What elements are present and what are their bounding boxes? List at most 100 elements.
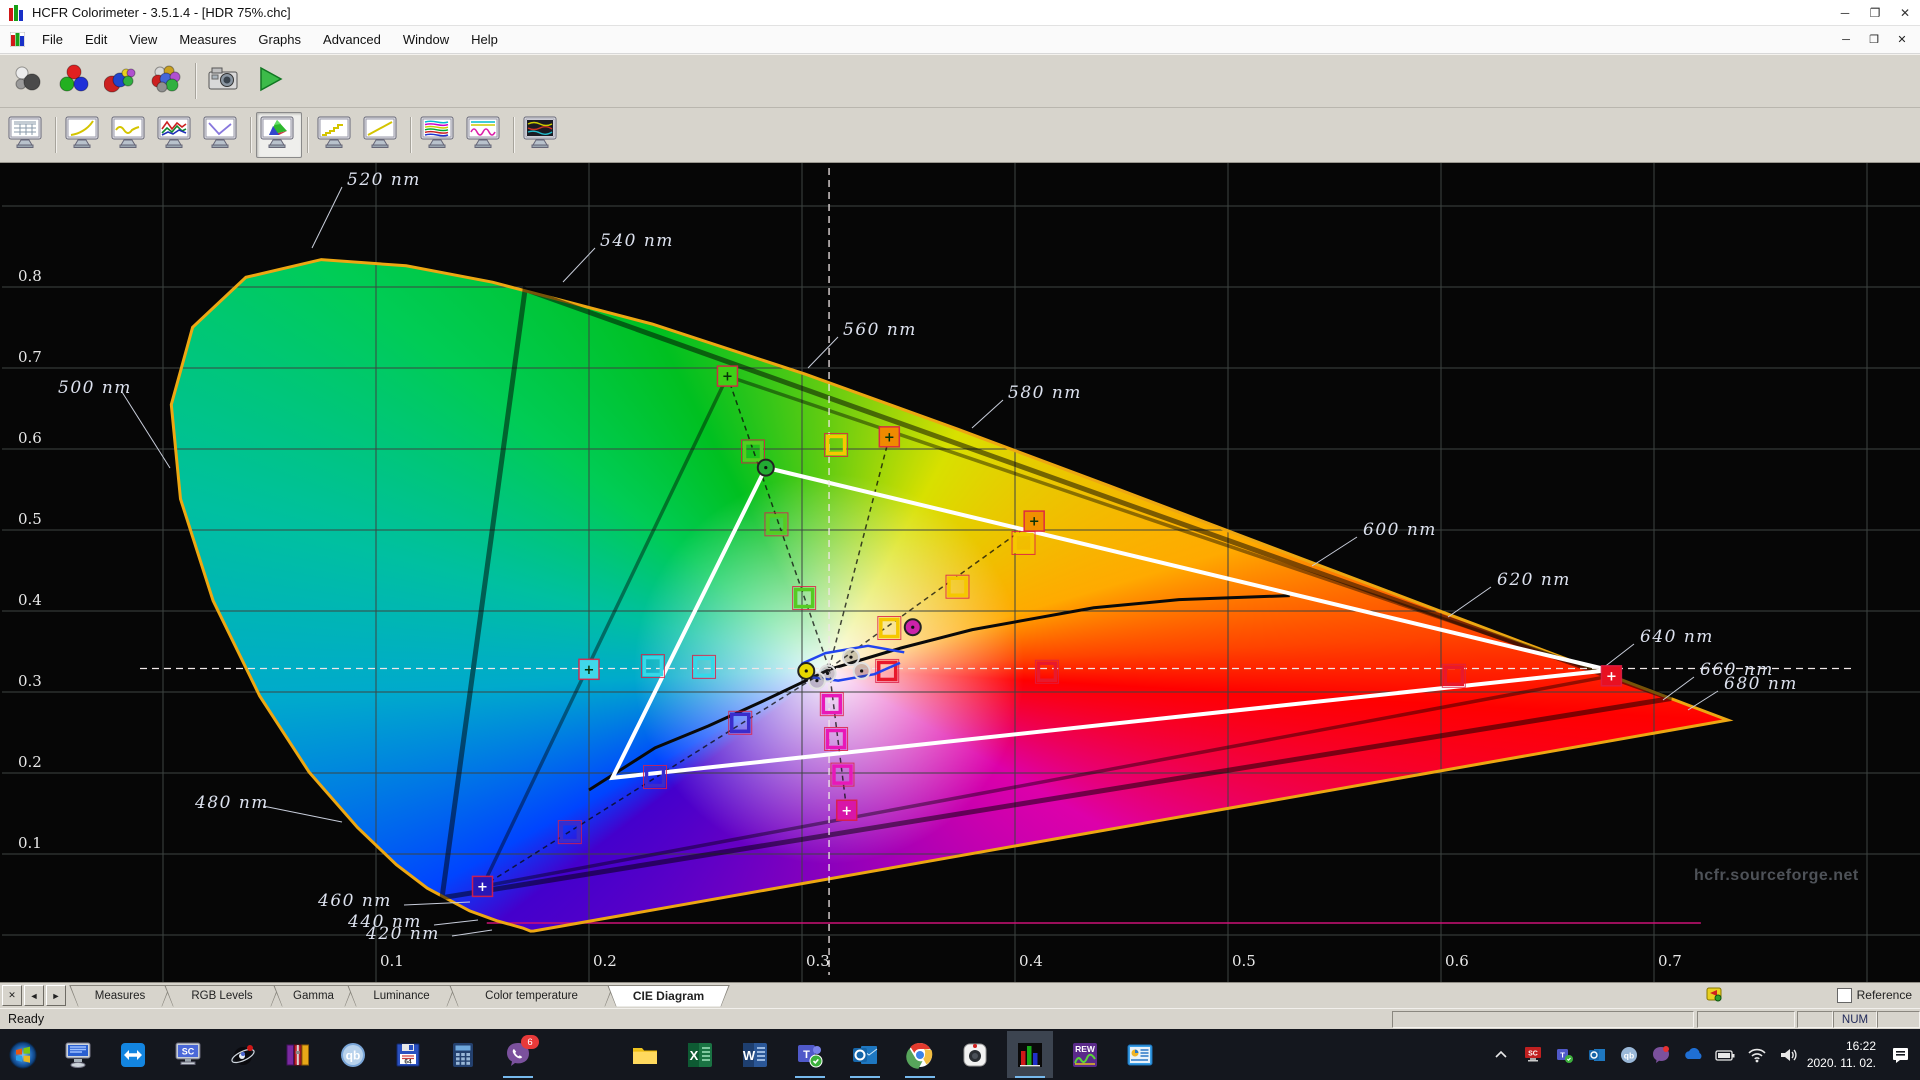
menu-edit[interactable]: Edit [74,26,118,54]
tab-gamma[interactable]: Gamma [273,985,354,1007]
graph-dark-button[interactable] [519,112,565,158]
status-panel [1877,1011,1920,1028]
taskbar-hcfr-icon[interactable] [1007,1031,1053,1078]
measure-square [828,436,845,453]
y-axis-tick-label: 0.3 [18,672,42,690]
tab-luminance[interactable]: Luminance [347,985,456,1007]
taskbar-floppy64-icon[interactable]: 64 [385,1031,431,1078]
graph-gamma-icon [65,116,103,155]
taskbar-bluedoc-icon[interactable] [1117,1031,1163,1078]
minimize-button[interactable]: ─ [1830,0,1860,26]
window-title: HCFR Colorimeter - 3.5.1.4 - [HDR 75%.ch… [32,5,291,20]
gray-balls-button[interactable] [6,58,52,104]
tab-cie-diagram[interactable]: CIE Diagram [607,985,730,1007]
tab-next-button[interactable]: ► [46,985,66,1006]
taskbar-word-icon[interactable]: W [732,1031,778,1078]
wavelength-leader-line [263,806,342,822]
graph-stripes-button[interactable] [416,112,462,158]
target-plus-glyph: + [722,370,733,385]
taskbar-atom-icon[interactable] [220,1031,266,1078]
tray-outlook-tray-icon[interactable] [1585,1043,1609,1067]
play-button[interactable] [247,58,293,104]
color-balls2-icon [150,64,184,99]
graph-wave-button[interactable] [107,112,153,158]
taskbar-colorimeter-icon[interactable] [952,1031,998,1078]
tray-viber-tray-icon[interactable] [1649,1043,1673,1067]
taskbar-outlook-icon[interactable] [842,1031,888,1078]
taskbar-teamviewer-icon[interactable] [110,1031,156,1078]
color-balls-icon [104,64,138,99]
close-button[interactable]: ✕ [1890,0,1920,26]
taskbar-remote-desktop-icon[interactable] [55,1031,101,1078]
y-axis-tick-label: 0.8 [18,267,42,285]
graph-gamma-button[interactable] [61,112,107,158]
tray-speaker-icon[interactable] [1777,1043,1801,1067]
tab-color-temperature[interactable]: Color temperature [449,985,614,1007]
measure-circle-dot [815,679,818,682]
tray-qbittorrent-tray-icon[interactable]: qb [1617,1043,1641,1067]
tray-onedrive-icon[interactable] [1681,1043,1705,1067]
mdi-close-button[interactable]: ✕ [1890,30,1914,50]
taskbar-explorer-icon[interactable] [622,1031,668,1078]
measure-square [823,696,840,713]
mdi-minimize-button[interactable]: ─ [1834,30,1858,50]
x-axis-tick-label: 0.7 [1658,952,1682,970]
taskbar-qbittorrent-icon[interactable]: qb [330,1031,376,1078]
camera-button[interactable] [201,58,247,104]
mdi-restore-button[interactable]: ❐ [1862,30,1886,50]
graph-magenta-button[interactable] [462,112,508,158]
menu-file[interactable]: File [31,26,74,54]
graph-stripes-icon [420,116,458,155]
tray-teams-tray-icon[interactable]: T [1553,1043,1577,1067]
graph-cie-button[interactable] [256,112,302,158]
menu-window[interactable]: Window [392,26,460,54]
taskbar-excel-icon[interactable]: X [677,1031,723,1078]
menu-view[interactable]: View [118,26,168,54]
cie-diagram-view: 520 nm540 nm560 nm580 nm600 nm620 nm640 … [0,163,1920,982]
measure-square [828,730,845,747]
tray-battery-icon[interactable] [1713,1043,1737,1067]
color-settings-icon[interactable] [1705,985,1725,1005]
system-tray: SC Tqb [1489,1043,1801,1067]
taskbar-clock[interactable]: 16:222020. 11. 02. [1807,1038,1876,1070]
color-balls2-button[interactable] [144,58,190,104]
taskbar-viber-icon[interactable]: 6 [495,1031,541,1078]
taskbar: SCqb646XWTREW SCTqb 16:222020. 11. 02. [0,1029,1920,1080]
graph-colortemp-button[interactable] [199,112,245,158]
taskbar-rew-icon[interactable]: REW [1062,1031,1108,1078]
wavelength-label: 560 nm [843,320,917,340]
saturation-sweep-line [727,376,829,668]
tab-rgb-levels[interactable]: RGB Levels [164,985,280,1007]
tray-sc-tray-icon[interactable]: SC [1521,1043,1545,1067]
taskbar-chrome-icon[interactable] [897,1031,943,1078]
svg-text:qb: qb [346,1048,361,1062]
tray-wifi-icon[interactable] [1745,1043,1769,1067]
x-axis-tick-label: 0.1 [380,952,404,970]
maximize-button[interactable]: ❐ [1860,0,1890,26]
menu-measures[interactable]: Measures [168,26,247,54]
graph-rgb-button[interactable] [153,112,199,158]
color-balls-button[interactable] [98,58,144,104]
taskbar-sc-monitor-icon[interactable]: SC [165,1031,211,1078]
menu-help[interactable]: Help [460,26,509,54]
action-center-icon[interactable] [1882,1031,1920,1078]
menu-advanced[interactable]: Advanced [312,26,392,54]
graph-rgb-icon [157,116,195,155]
graph-luminance-button[interactable] [313,112,359,158]
menu-graphs[interactable]: Graphs [247,26,312,54]
taskbar-winrar-icon[interactable] [275,1031,321,1078]
measure-square [1038,663,1055,680]
measure-square [696,658,713,675]
tab-prev-button[interactable]: ◄ [24,985,44,1006]
tab-measures[interactable]: Measures [69,985,171,1007]
graph-line-button[interactable] [359,112,405,158]
tab-close-button[interactable]: ✕ [2,985,22,1006]
x-axis-tick-label: 0.4 [1019,952,1043,970]
tray-chevron-up-icon[interactable] [1489,1043,1513,1067]
taskbar-teams-icon[interactable]: T [787,1031,833,1078]
reference-checkbox[interactable] [1837,988,1852,1003]
taskbar-start-icon[interactable] [0,1031,46,1078]
taskbar-calculator-icon[interactable] [440,1031,486,1078]
rgb-balls-button[interactable] [52,58,98,104]
graph-table-button[interactable] [4,112,50,158]
